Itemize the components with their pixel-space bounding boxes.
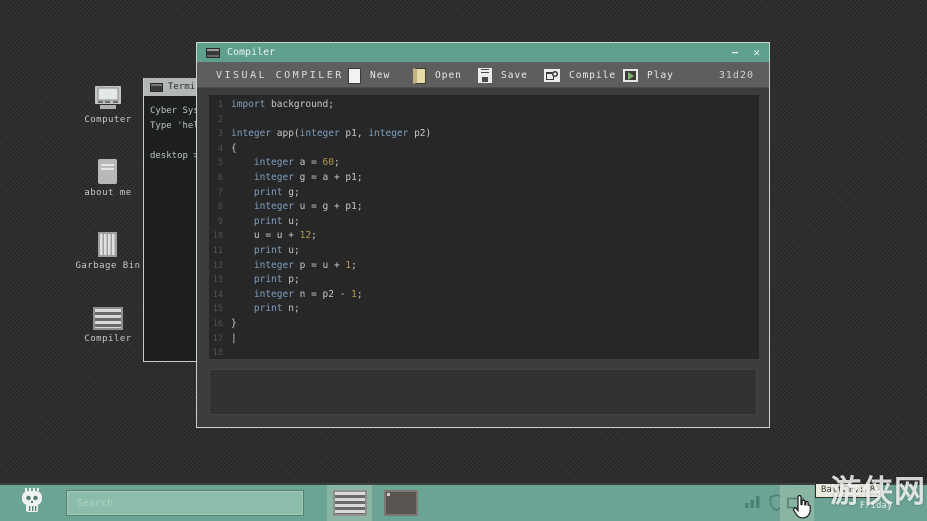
line-number: 6: [209, 171, 223, 186]
terminal-line: desktop >: [150, 149, 190, 164]
line-number: 7: [209, 186, 223, 201]
line-number: 8: [209, 200, 223, 215]
play-button[interactable]: Play: [623, 67, 674, 84]
line-number: 4: [209, 142, 223, 157]
code-line: 4{: [209, 142, 759, 157]
code-line: 6 integer g = a + p1;: [209, 171, 759, 186]
code-line: 11 print u;: [209, 244, 759, 259]
output-console: [209, 369, 757, 415]
compiler-window-icon: [333, 490, 367, 516]
desktop-icon-about-me[interactable]: about me: [74, 157, 142, 198]
monitor-icon: [74, 84, 142, 111]
compiler-window: Compiler − ✕ VISUAL COMPILER G New Open …: [196, 42, 770, 428]
new-file-icon: [348, 68, 361, 84]
minimize-button[interactable]: −: [732, 43, 739, 62]
compiler-titlebar[interactable]: Compiler − ✕: [197, 43, 769, 62]
desktop-icon-garbage-bin[interactable]: Garbage Bin: [74, 230, 142, 271]
desktop-icon-label: Computer: [74, 115, 142, 125]
code-line: 14 integer n = p2 - 1;: [209, 288, 759, 303]
line-number: 11: [209, 244, 223, 259]
taskbar-app-compiler[interactable]: [327, 485, 372, 521]
taskbar-app-terminal[interactable]: [378, 485, 423, 521]
open-button[interactable]: Open: [413, 67, 462, 84]
terminal-titlebar[interactable]: Termi: [144, 78, 196, 96]
line-number: 16: [209, 317, 223, 332]
compile-gear-icon: [544, 69, 560, 82]
terminal-window-icon: [384, 490, 418, 516]
code-line: 13 print p;: [209, 273, 759, 288]
terminal-line: Type 'help: [150, 119, 190, 134]
terminal-window: Termi Cyber SystType 'help desktop >: [143, 78, 197, 362]
notebook-icon: [74, 157, 142, 184]
terminal-line: Cyber Syst: [150, 104, 190, 119]
desktop-icon-compiler[interactable]: Compiler: [74, 303, 142, 344]
code-line: 16}: [209, 317, 759, 332]
code-line: 2: [209, 113, 759, 128]
code-line: 5 integer a = 60;: [209, 156, 759, 171]
floppy-disk-icon: [478, 68, 492, 83]
line-number: 1: [209, 98, 223, 113]
code-line: 18: [209, 346, 759, 359]
code-line: 15 print n;: [209, 302, 759, 317]
compile-button[interactable]: Compile: [544, 67, 616, 84]
trash-icon: [74, 230, 142, 257]
line-number: 13: [209, 273, 223, 288]
code-line: 17|: [209, 332, 759, 347]
line-number: 12: [209, 259, 223, 274]
line-number: 9: [209, 215, 223, 230]
code-line: 3integer app(integer p1, integer p2): [209, 127, 759, 142]
line-number: 15: [209, 302, 223, 317]
line-number: 5: [209, 156, 223, 171]
compiler-window-icon: [206, 48, 220, 58]
terminal-window-icon: [150, 83, 163, 92]
line-number: 17: [209, 332, 223, 347]
terminal-body[interactable]: Cyber SystType 'help desktop >: [144, 96, 196, 172]
compiler-toolbar: VISUAL COMPILER G New Open Save Compile …: [197, 62, 769, 88]
play-icon: [623, 69, 638, 82]
save-button[interactable]: Save: [478, 67, 528, 84]
terminal-line: [150, 134, 190, 149]
line-number: 18: [209, 346, 223, 359]
desktop-icon-computer[interactable]: Computer: [74, 84, 142, 125]
line-number: 2: [209, 113, 223, 128]
code-line: 7 print g;: [209, 186, 759, 201]
start-button[interactable]: [19, 488, 47, 518]
code-area[interactable]: 1import background;23integer app(integer…: [209, 95, 759, 359]
code-line: 8 integer u = g + p1;: [209, 200, 759, 215]
desktop-icon-label: about me: [74, 188, 142, 198]
search-input[interactable]: [66, 490, 304, 516]
code-line: 12 integer p = u + 1;: [209, 259, 759, 274]
compiler-app-name: VISUAL COMPILER G: [216, 70, 361, 81]
cursor-pointer-icon: [792, 495, 812, 521]
desktop-icon-label: Compiler: [74, 334, 142, 344]
compiler-title: Compiler: [227, 47, 275, 58]
close-button[interactable]: ✕: [753, 43, 760, 62]
code-line: 10 u = u + 12;: [209, 229, 759, 244]
terminal-title: Termi: [168, 82, 195, 92]
watermark: 游侠网: [830, 466, 926, 511]
new-button[interactable]: New: [348, 67, 390, 84]
timer-display: 31d20: [719, 70, 754, 81]
skull-icon: [19, 488, 45, 516]
taskbar: [0, 483, 927, 521]
compiler-icon: [74, 303, 142, 330]
line-number: 14: [209, 288, 223, 303]
code-line: 9 print u;: [209, 215, 759, 230]
line-number: 3: [209, 127, 223, 142]
code-line: 1import background;: [209, 98, 759, 113]
open-file-icon: [413, 68, 426, 84]
signal-bars-icon[interactable]: [744, 494, 762, 513]
desktop-icon-label: Garbage Bin: [74, 261, 142, 271]
line-number: 10: [209, 229, 223, 244]
